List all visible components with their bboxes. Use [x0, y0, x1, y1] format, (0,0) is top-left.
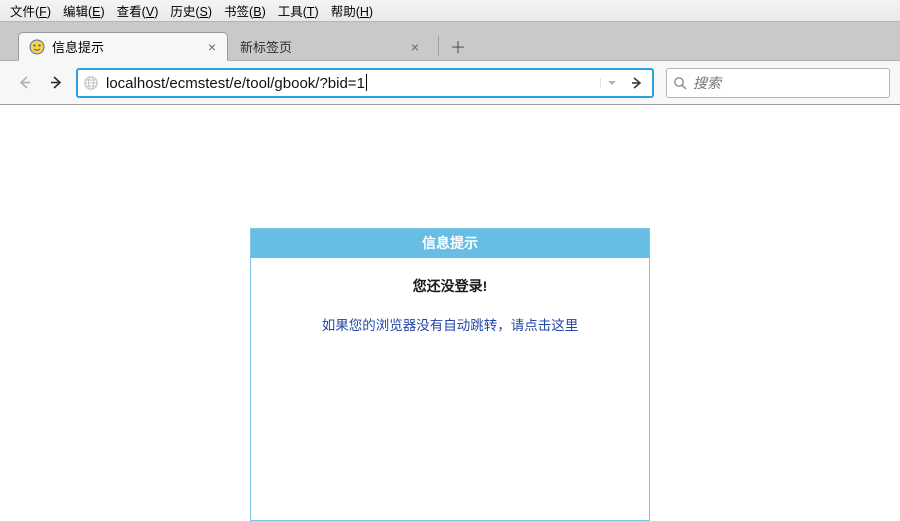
plus-icon: ＋	[450, 34, 466, 58]
url-input[interactable]: localhost/ecmstest/e/tool/gbook/?bid=1	[104, 74, 600, 92]
tab-inactive[interactable]: 新标签页 ×	[230, 32, 430, 61]
go-button[interactable]	[622, 70, 652, 96]
menu-file[interactable]: 文件(F)	[4, 0, 57, 22]
close-icon[interactable]: ×	[408, 40, 422, 54]
redirect-link[interactable]: 请点击这里	[511, 318, 579, 333]
forward-button[interactable]	[42, 69, 70, 97]
message-body: 您还没登录! 如果您的浏览器没有自动跳转，请点击这里	[251, 258, 649, 354]
nav-toolbar: localhost/ecmstest/e/tool/gbook/?bid=1	[0, 61, 900, 105]
arrow-left-icon	[17, 75, 32, 90]
new-tab-button[interactable]: ＋	[447, 35, 469, 57]
url-bar[interactable]: localhost/ecmstest/e/tool/gbook/?bid=1	[76, 68, 654, 98]
message-redirect-text: 如果您的浏览器没有自动跳转，请点击这里	[261, 314, 639, 334]
arrow-right-icon	[630, 76, 644, 90]
menu-edit[interactable]: 编辑(E)	[57, 0, 111, 22]
back-button[interactable]	[10, 69, 38, 97]
message-title: 您还没登录!	[261, 276, 639, 296]
search-box[interactable]	[666, 68, 890, 98]
page-content: 信息提示 您还没登录! 如果您的浏览器没有自动跳转，请点击这里	[0, 105, 900, 521]
arrow-right-icon	[49, 75, 64, 90]
message-header: 信息提示	[251, 229, 649, 258]
menu-bookmarks[interactable]: 书签(B)	[218, 0, 272, 22]
close-icon[interactable]: ×	[205, 40, 219, 54]
tab-title: 新标签页	[240, 37, 402, 56]
menu-view[interactable]: 查看(V)	[111, 0, 165, 22]
menu-bar: 文件(F) 编辑(E) 查看(V) 历史(S) 书签(B) 工具(T) 帮助(H…	[0, 0, 900, 22]
search-input[interactable]	[693, 75, 883, 91]
chevron-down-icon[interactable]	[600, 78, 622, 88]
globe-icon	[78, 75, 104, 91]
search-icon	[673, 76, 687, 90]
menu-history[interactable]: 历史(S)	[164, 0, 218, 22]
tab-divider	[438, 36, 439, 56]
menu-tools[interactable]: 工具(T)	[272, 0, 325, 22]
menu-help[interactable]: 帮助(H)	[325, 0, 379, 22]
tab-strip: 信息提示 × 新标签页 × ＋	[0, 22, 900, 61]
message-box: 信息提示 您还没登录! 如果您的浏览器没有自动跳转，请点击这里	[250, 228, 650, 521]
favicon-icon	[29, 39, 45, 55]
tab-active[interactable]: 信息提示 ×	[18, 32, 228, 61]
tab-title: 信息提示	[52, 37, 199, 56]
